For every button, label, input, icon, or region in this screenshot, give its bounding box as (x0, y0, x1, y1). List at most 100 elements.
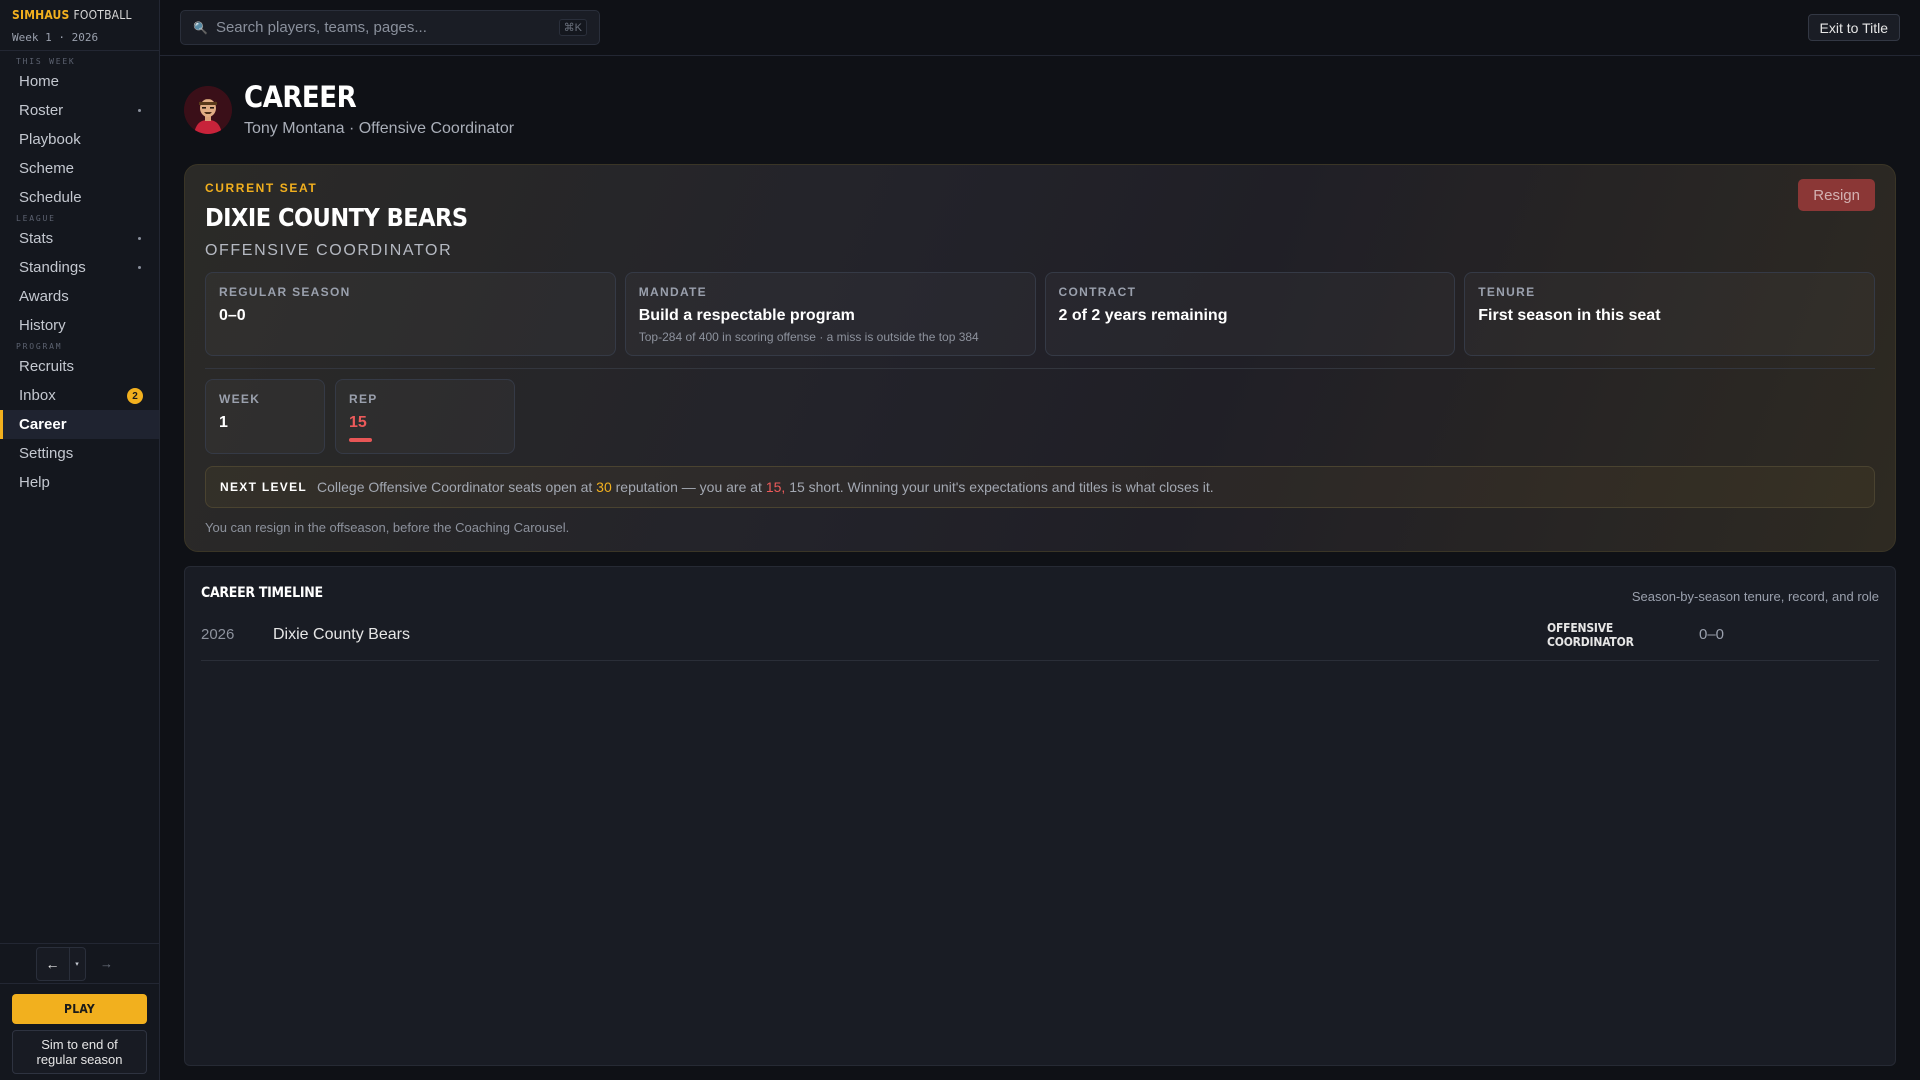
rep-value: 15 (349, 414, 367, 431)
brand-title: SIMHAUS FOOTBALL (12, 8, 147, 22)
forward-arrow-icon[interactable]: → (90, 947, 124, 981)
nav-section-program: PROGRAM (16, 342, 63, 351)
sidebar-item-schedule[interactable]: Schedule (0, 183, 159, 212)
week-box: WEEK 1 (205, 379, 325, 454)
table-row: 2026 Dixie County Bears OFFENSIVE COORDI… (201, 609, 1879, 661)
rep-progress-bar (349, 438, 372, 442)
brand-title-secondary: FOOTBALL (73, 8, 132, 22)
sim-controls: PLAY Sim to end of regular season (0, 983, 159, 1080)
seat-stat-row: REGULAR SEASON 0–0 MANDATE Build a respe… (205, 272, 1875, 356)
stat-label: REGULAR SEASON (219, 285, 351, 299)
sidebar-item-stats[interactable]: Stats (0, 224, 159, 253)
timeline-role: OFFENSIVE COORDINATOR (1547, 620, 1634, 649)
search-input[interactable] (215, 19, 551, 36)
sidebar-item-awards[interactable]: Awards (0, 282, 159, 311)
stat-value: 0–0 (219, 307, 246, 324)
next-level-text-2: reputation — you are at (615, 479, 762, 495)
sidebar-item-label: Recruits (19, 358, 75, 375)
seat-mini-row: WEEK 1 REP 15 (205, 379, 1875, 454)
stat-value: First season in this seat (1478, 307, 1661, 324)
next-level-current: 15, (765, 479, 786, 495)
history-dropdown-chevron-icon[interactable]: ▾ (69, 946, 86, 981)
nav-section-this-week: THIS WEEK (16, 57, 76, 66)
stat-tenure: TENURE First season in this seat (1464, 272, 1875, 356)
search-shortcut-hint: ⌘K (558, 19, 587, 36)
sidebar-item-label: Playbook (19, 131, 81, 148)
seat-divider (205, 368, 1875, 369)
seat-label: CURRENT SEAT (205, 181, 318, 195)
seat-role: OFFENSIVE COORDINATOR (205, 242, 453, 259)
rep-box: REP 15 (335, 379, 515, 454)
resign-button[interactable]: Resign (1798, 179, 1875, 211)
exit-to-title-button[interactable]: Exit to Title (1807, 14, 1900, 41)
sidebar-item-label: Career (19, 416, 67, 433)
sidebar-item-inbox[interactable]: Inbox 2 (0, 381, 159, 410)
brand-title-primary: SIMHAUS (12, 8, 70, 22)
week-label: WEEK (219, 392, 261, 406)
sidebar-item-scheme[interactable]: Scheme (0, 154, 159, 183)
page-header: CAREER Tony Montana · Offensive Coordina… (184, 80, 1896, 158)
sidebar-item-home[interactable]: Home (0, 67, 159, 96)
play-button[interactable]: PLAY (12, 994, 147, 1024)
timeline-record: 0–0 (1699, 626, 1725, 643)
back-arrow-icon[interactable]: ← (35, 946, 70, 981)
search-icon: 🔍 (193, 20, 208, 35)
brand-week: Week 1 · 2026 (12, 31, 99, 44)
sidebar-item-label: Home (19, 73, 60, 90)
submenu-dot-icon (138, 109, 141, 112)
page-title: CAREER (244, 80, 357, 114)
resign-note: You can resign in the offseason, before … (205, 520, 570, 535)
next-level-tag: NEXT LEVEL (220, 480, 308, 494)
stat-label: MANDATE (638, 285, 707, 299)
sidebar-item-recruits[interactable]: Recruits (0, 352, 159, 381)
history-nav: ← ▾ → (0, 943, 159, 983)
stat-value: 2 of 2 years remaining (1058, 307, 1228, 324)
sim-to-end-button[interactable]: Sim to end of regular season (12, 1030, 147, 1074)
page-content: CAREER Tony Montana · Offensive Coordina… (160, 56, 1920, 1080)
career-timeline-card: CAREER TIMELINE Season-by-season tenure,… (184, 566, 1896, 1066)
brand: SIMHAUS FOOTBALL Week 1 · 2026 (0, 0, 159, 51)
next-level-text-1: College Offensive Coordinator seats open… (317, 479, 593, 495)
sidebar-item-label: Standings (19, 259, 86, 276)
sidebar-item-settings[interactable]: Settings (0, 439, 159, 468)
week-value: 1 (219, 414, 228, 431)
sidebar-item-history[interactable]: History (0, 311, 159, 340)
stat-value: Build a respectable program (638, 307, 855, 324)
next-level-text-3: 15 short. Winning your unit's expectatio… (789, 479, 1214, 495)
sidebar-item-label: Scheme (19, 160, 75, 177)
sidebar-item-label: Inbox (19, 387, 56, 404)
submenu-dot-icon (138, 266, 141, 269)
page-subtitle: Tony Montana · Offensive Coordinator (244, 120, 515, 137)
sidebar-item-playbook[interactable]: Playbook (0, 125, 159, 154)
sidebar-item-help[interactable]: Help (0, 468, 159, 497)
sidebar-item-roster[interactable]: Roster (0, 96, 159, 125)
timeline-team[interactable]: Dixie County Bears (273, 626, 1547, 644)
sidebar-item-label: Awards (19, 288, 69, 305)
sidebar-item-label: Help (19, 474, 50, 491)
sidebar-item-standings[interactable]: Standings (0, 253, 159, 282)
sidebar-item-career[interactable]: Career (0, 410, 159, 439)
next-level-banner: NEXT LEVEL College Offensive Coordinator… (205, 466, 1875, 508)
next-level-text: College Offensive Coordinator seats open… (317, 479, 1214, 495)
search-bar[interactable]: 🔍 ⌘K (180, 10, 600, 45)
current-seat-card: CURRENT SEAT DIXIE COUNTY BEARS OFFENSIV… (184, 164, 1896, 552)
timeline-year: 2026 (201, 626, 235, 643)
inbox-count-badge: 2 (127, 388, 143, 404)
stat-regular-season: REGULAR SEASON 0–0 (205, 272, 616, 356)
sidebar-nav: THIS WEEK Home Roster Playbook Scheme Sc… (0, 51, 159, 943)
stat-note: Top-284 of 400 in scoring offense · a mi… (638, 330, 979, 344)
rep-label: REP (349, 392, 378, 406)
stat-label: CONTRACT (1058, 285, 1137, 299)
coach-avatar-icon (184, 86, 232, 134)
sidebar: SIMHAUS FOOTBALL Week 1 · 2026 THIS WEEK… (0, 0, 160, 1080)
next-level-threshold: 30 (596, 479, 612, 495)
stat-contract: CONTRACT 2 of 2 years remaining (1044, 272, 1456, 356)
sidebar-item-label: Settings (19, 445, 74, 462)
timeline-title: CAREER TIMELINE (201, 585, 323, 601)
sidebar-item-label: Stats (19, 230, 54, 247)
sidebar-item-label: Schedule (19, 189, 82, 206)
topbar: 🔍 ⌘K Exit to Title (160, 0, 1920, 56)
submenu-dot-icon (138, 237, 141, 240)
seat-team-name: DIXIE COUNTY BEARS (205, 203, 468, 232)
nav-section-league: LEAGUE (16, 214, 56, 223)
